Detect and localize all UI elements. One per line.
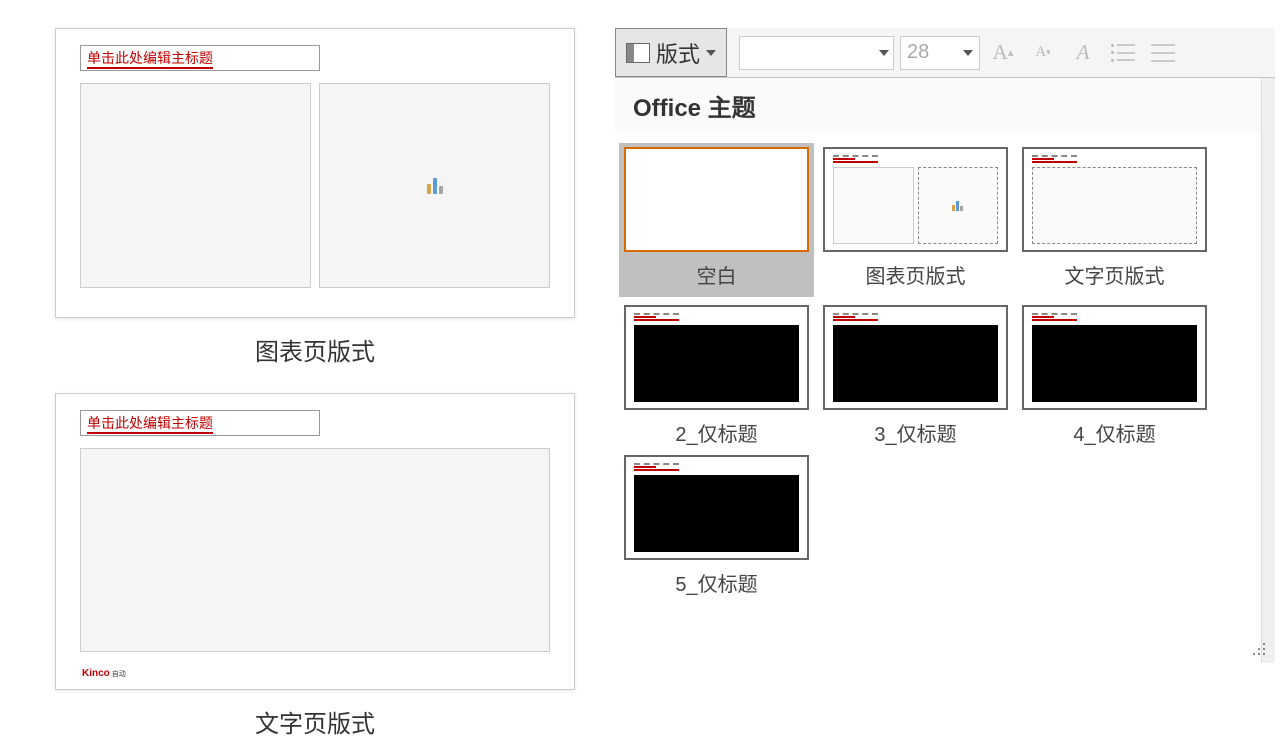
layout-item-title2[interactable]: 2_仅标题	[619, 301, 814, 447]
layout-label: 4_仅标题	[1073, 418, 1155, 447]
title-placeholder-text: 单击此处编辑主标题	[87, 50, 213, 69]
bullets-icon[interactable]	[1106, 36, 1140, 70]
title-placeholder-box[interactable]: 单击此处编辑主标题	[80, 410, 320, 436]
chevron-down-icon	[963, 50, 973, 56]
layout-label: 3_仅标题	[874, 418, 956, 447]
chart-icon	[427, 178, 443, 194]
content-placeholder-full[interactable]	[80, 448, 550, 652]
layout-thumb	[823, 147, 1008, 252]
numbering-icon[interactable]	[1146, 36, 1180, 70]
layout-thumb	[1022, 147, 1207, 252]
layout-item-title3[interactable]: 3_仅标题	[818, 301, 1013, 447]
title-placeholder-box[interactable]: 单击此处编辑主标题	[80, 45, 320, 71]
content-placeholder-right[interactable]	[319, 83, 550, 288]
layout-label: 5_仅标题	[675, 568, 757, 597]
layout-item-blank[interactable]: 空白	[619, 143, 814, 297]
layout-thumb	[1022, 305, 1207, 410]
section-header: Office 主题	[615, 78, 1275, 133]
preview-label-1: 图表页版式	[55, 332, 575, 367]
font-family-combo[interactable]	[739, 36, 894, 70]
layout-thumb	[624, 305, 809, 410]
chart-icon	[952, 201, 963, 211]
chevron-down-icon	[879, 50, 889, 56]
slide-preview-text: 单击此处编辑主标题 Kinco自动	[55, 393, 575, 690]
ribbon-row: 版式 28 A▴ A▾ A	[615, 28, 1275, 78]
layout-item-title4[interactable]: 4_仅标题	[1017, 301, 1212, 447]
slide-preview-chart: 单击此处编辑主标题	[55, 28, 575, 318]
layout-label: 文字页版式	[1065, 260, 1165, 289]
ribbon-tools: 28 A▴ A▾ A	[727, 28, 1275, 77]
clear-format-icon[interactable]: A	[1066, 36, 1100, 70]
left-previews: 单击此处编辑主标题 图表页版式 单击此处编辑主标题 Kinco自动 文字页版式	[55, 28, 575, 739]
layout-item-title5[interactable]: 5_仅标题	[619, 451, 814, 597]
title-placeholder-text: 单击此处编辑主标题	[87, 415, 213, 434]
font-size-value: 28	[907, 41, 929, 64]
content-placeholder-left[interactable]	[80, 83, 311, 288]
layout-thumb	[624, 147, 809, 252]
grow-font-icon[interactable]: A▴	[986, 36, 1020, 70]
preview-label-2: 文字页版式	[55, 704, 575, 739]
layout-button-label: 版式	[656, 37, 700, 69]
layout-item-chart[interactable]: 图表页版式	[818, 143, 1013, 297]
layout-label: 2_仅标题	[675, 418, 757, 447]
layout-icon	[626, 43, 650, 63]
brand-logo: Kinco自动	[82, 668, 126, 679]
layouts-grid: 空白 图表页版式	[615, 133, 1275, 607]
layout-label: 图表页版式	[866, 260, 966, 289]
layout-button[interactable]: 版式	[615, 28, 727, 77]
shrink-font-icon[interactable]: A▾	[1026, 36, 1060, 70]
resize-handle-icon[interactable]	[1251, 641, 1265, 655]
layout-thumb	[823, 305, 1008, 410]
content-row	[80, 83, 550, 288]
layout-thumb	[624, 455, 809, 560]
layout-dropdown-panel: 版式 28 A▴ A▾ A	[615, 28, 1275, 663]
font-size-combo[interactable]: 28	[900, 36, 980, 70]
layout-label: 空白	[697, 260, 737, 289]
chevron-down-icon	[706, 50, 716, 56]
layout-item-text[interactable]: 文字页版式	[1017, 143, 1212, 297]
scrollbar[interactable]	[1261, 78, 1275, 663]
